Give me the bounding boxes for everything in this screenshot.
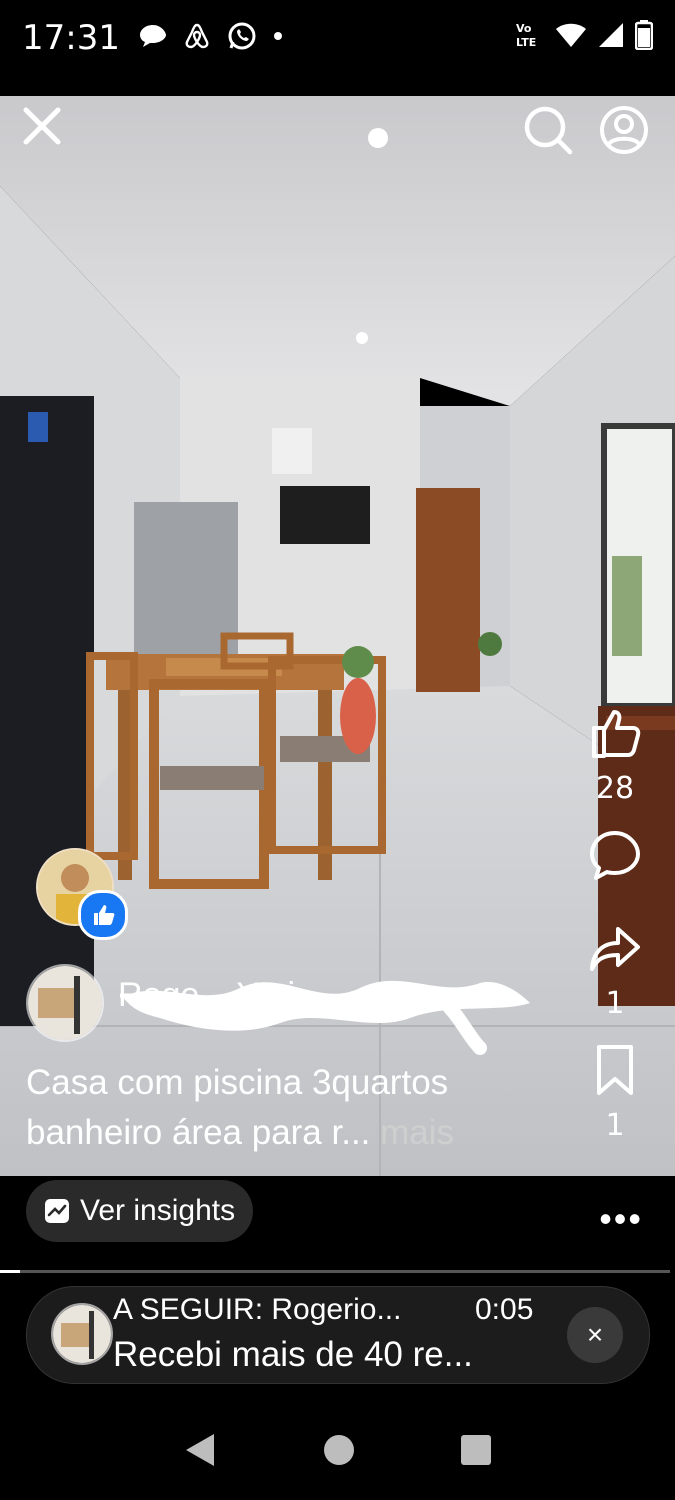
up-next-title: A SEGUIR: Rogerio... bbox=[113, 1293, 402, 1326]
up-next-duration: 0:05 bbox=[475, 1293, 534, 1326]
video-player[interactable]: 28 1 1 Roge... Yzri Casa com piscina 3qu… bbox=[0, 96, 675, 1176]
close-button[interactable] bbox=[22, 106, 62, 151]
save-count: 1 bbox=[605, 1108, 625, 1143]
like-count: 28 bbox=[595, 771, 635, 806]
airbnb-icon bbox=[185, 23, 209, 49]
author-avatar-image bbox=[28, 966, 102, 1040]
system-navigation-bar bbox=[0, 1400, 675, 1500]
home-icon[interactable] bbox=[323, 1434, 355, 1466]
more-options-button[interactable]: ••• bbox=[599, 1198, 643, 1240]
svg-text:Vo: Vo bbox=[516, 22, 532, 35]
recents-icon[interactable] bbox=[460, 1434, 492, 1466]
dot-icon bbox=[274, 32, 282, 40]
chat-bubble-icon bbox=[140, 25, 166, 47]
svg-text:LTE: LTE bbox=[516, 36, 536, 49]
comment-button[interactable] bbox=[588, 828, 642, 887]
volte-icon: VoLTE bbox=[516, 22, 536, 49]
share-arrow-icon bbox=[590, 927, 640, 971]
signal-icon bbox=[599, 23, 623, 47]
up-next-avatar bbox=[51, 1303, 113, 1365]
battery-icon bbox=[635, 20, 653, 50]
comment-icon bbox=[590, 831, 640, 880]
thumbs-up-icon bbox=[592, 710, 641, 758]
search-button[interactable] bbox=[522, 104, 574, 161]
caption-more-link[interactable]: mais bbox=[370, 1113, 454, 1152]
view-insights-button[interactable]: Ver insights bbox=[26, 1180, 254, 1242]
notification-icons bbox=[138, 20, 284, 52]
share-button[interactable] bbox=[588, 921, 642, 980]
reel-action-rail: 28 1 1 bbox=[569, 706, 661, 1165]
up-next-close-button[interactable]: × bbox=[567, 1307, 623, 1363]
search-icon bbox=[524, 106, 573, 155]
view-insights-label: Ver insights bbox=[80, 1194, 236, 1227]
insights-chart-icon bbox=[45, 1199, 69, 1223]
author-avatar[interactable] bbox=[26, 964, 104, 1042]
video-progress-fill bbox=[0, 1270, 21, 1273]
close-icon bbox=[23, 107, 61, 145]
status-bar: 17:31 Vo LTE bbox=[0, 0, 675, 80]
up-next-card[interactable]: A SEGUIR: Rogerio... 0:05 Recebi mais de… bbox=[26, 1286, 650, 1384]
status-time: 17:31 bbox=[22, 18, 120, 58]
up-next-subtitle: Recebi mais de 40 re... bbox=[113, 1335, 473, 1374]
save-button[interactable] bbox=[593, 1043, 637, 1102]
like-button[interactable] bbox=[588, 706, 642, 765]
bookmark-icon bbox=[597, 1045, 633, 1095]
profile-button[interactable] bbox=[598, 104, 650, 161]
reel-caption[interactable]: Casa com piscina 3quartos banheiro área … bbox=[26, 1058, 566, 1158]
video-progress-bar[interactable] bbox=[0, 1270, 670, 1273]
share-count: 1 bbox=[605, 986, 625, 1021]
wifi-icon bbox=[556, 23, 586, 47]
up-next-avatar-image bbox=[53, 1305, 111, 1363]
system-icons: Vo LTE bbox=[515, 20, 653, 50]
like-badge bbox=[78, 890, 128, 940]
whatsapp-icon bbox=[228, 22, 256, 50]
thumbs-up-badge-icon bbox=[94, 905, 115, 925]
profile-icon bbox=[600, 106, 648, 154]
back-icon[interactable] bbox=[184, 1432, 218, 1468]
redaction-scribble bbox=[120, 980, 530, 1055]
